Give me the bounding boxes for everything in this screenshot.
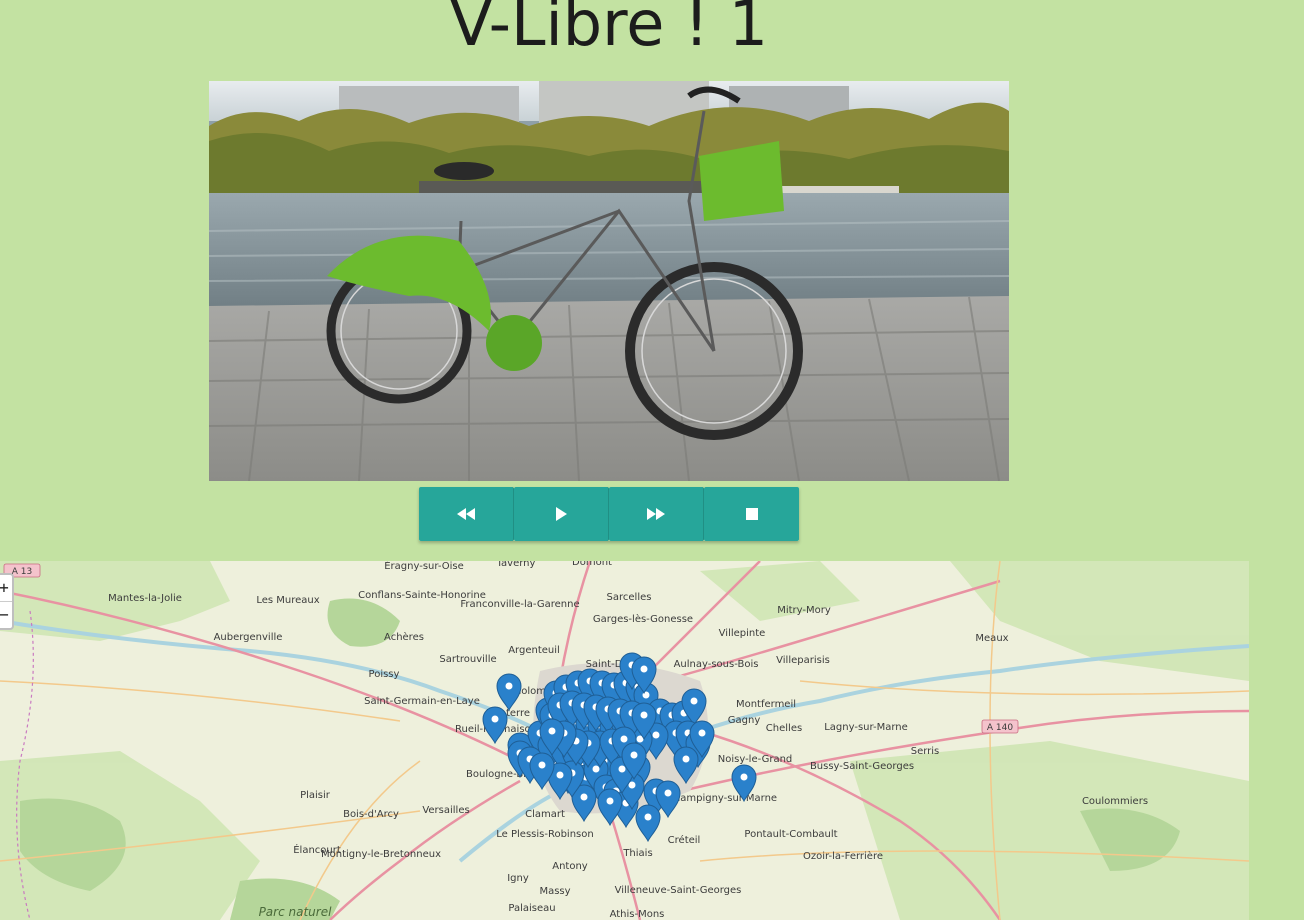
map-place-label: Achères	[384, 631, 424, 643]
map-place-label: Noisy-le-Grand	[718, 754, 793, 765]
map-place-label: Éragny-sur-Oise	[384, 561, 464, 572]
map-place-label: Créteil	[668, 834, 701, 846]
road-shield: A 140	[981, 719, 1019, 734]
map-place-label: Sartrouville	[439, 654, 496, 665]
rewind-button[interactable]	[419, 487, 514, 541]
map-place-label: Montfermeil	[736, 699, 796, 710]
map-place-label: Poissy	[369, 669, 400, 680]
map-place-label: Villeparisis	[776, 655, 830, 666]
map-place-label: Aubergenville	[214, 632, 283, 643]
map-place-label: Athis-Mons	[610, 909, 665, 920]
map-place-label: Thiais	[622, 848, 652, 859]
rewind-icon	[457, 508, 475, 520]
map-place-label: Franconville-la-Garenne	[460, 599, 579, 610]
map-place-label: Argenteuil	[508, 645, 560, 656]
map-place-label: Montigny-le-Bretonneux	[321, 849, 441, 860]
bike-photo	[209, 81, 1009, 481]
map-place-label: Saint-D	[586, 659, 623, 670]
map-place-label: Ozoir-la-Ferrière	[803, 850, 883, 862]
map-place-label: Plaisir	[300, 790, 331, 801]
zoom-in-button[interactable]: +	[0, 575, 12, 602]
map-place-label: Chelles	[766, 723, 802, 734]
map-place-label: Garges-lès-Gonesse	[593, 613, 693, 625]
map-place-label: Aulnay-sous-Bois	[674, 659, 759, 670]
map-place-label: Parc naturel	[259, 905, 333, 919]
stop-button[interactable]	[704, 487, 799, 541]
fast-forward-icon	[647, 508, 665, 520]
map-place-label: Mantes-la-Jolie	[108, 593, 182, 604]
map-place-label: Antony	[552, 861, 588, 872]
map-zoom-control: + −	[0, 573, 14, 630]
svg-text:A 13: A 13	[12, 567, 32, 577]
map-place-label: Palaiseau	[508, 903, 555, 914]
map-place-label: Les Mureaux	[256, 595, 319, 606]
station-map[interactable]: Mantes-la-Jolie Les Mureaux Aubergenville É…	[0, 561, 1249, 920]
map-place-label: Igny	[507, 873, 529, 884]
play-button[interactable]	[514, 487, 609, 541]
map-place-label: Coulommiers	[1082, 796, 1148, 807]
map-place-label: Meaux	[975, 633, 1008, 644]
map-place-label: Bois-d'Arcy	[343, 809, 399, 820]
map-place-label: Gagny	[728, 715, 761, 726]
map-place-label: Domont	[572, 561, 612, 568]
map-place-label: Clamart	[525, 809, 565, 820]
fast-forward-button[interactable]	[609, 487, 704, 541]
page-title: V-Libre ! 1	[449, 0, 769, 60]
map-place-label: Massy	[539, 886, 570, 897]
zoom-out-button[interactable]: −	[0, 602, 12, 628]
map-place-label: Taverny	[496, 561, 536, 569]
svg-text:A 140: A 140	[987, 723, 1013, 733]
map-place-label: Sarcelles	[607, 592, 652, 603]
playback-controls	[419, 487, 799, 541]
map-place-label: Villeneuve-Saint-Georges	[615, 885, 742, 896]
map-place-label: Mitry-Mory	[777, 605, 831, 616]
map-place-label: Champigny-sur-Marne	[667, 793, 777, 804]
map-place-label: Serris	[911, 746, 940, 757]
map-place-label: Pontault-Combault	[744, 829, 837, 840]
map-place-label: Bussy-Saint-Georges	[810, 761, 914, 772]
stop-icon	[745, 508, 758, 520]
map-place-label: Lagny-sur-Marne	[824, 722, 908, 733]
map-place-label: Saint-Germain-en-Laye	[364, 696, 480, 707]
map-place-label: Villepinte	[719, 628, 766, 639]
play-icon	[556, 507, 567, 521]
map-place-label: Versailles	[422, 805, 469, 816]
map-place-label: Le Plessis-Robinson	[496, 829, 593, 840]
